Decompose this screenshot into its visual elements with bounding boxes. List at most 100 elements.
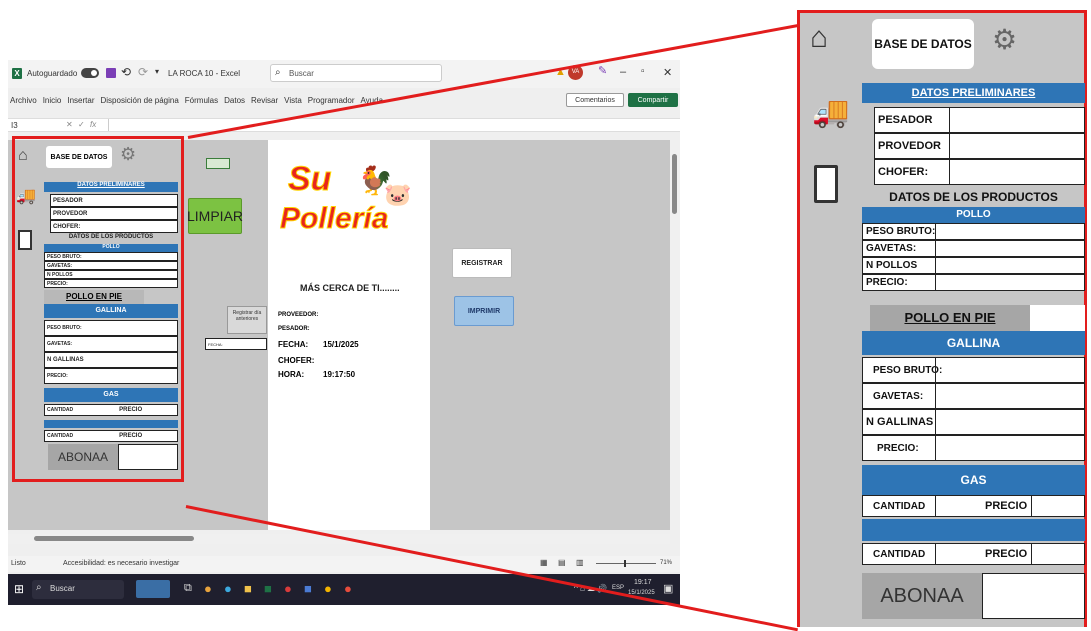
taskbar-time[interactable]: 19:17 xyxy=(634,579,652,586)
view-layout-icon[interactable]: ▤ xyxy=(558,558,566,567)
maximize-icon[interactable]: ▫ xyxy=(641,66,645,77)
tab-formulas[interactable]: Fórmulas xyxy=(185,96,218,105)
undo-icon[interactable]: ⟲ xyxy=(121,65,131,79)
taskbar-explorer-icon[interactable]: ■ xyxy=(244,581,252,596)
search-box[interactable]: ⌕ Buscar xyxy=(270,64,442,82)
accept-formula-icon[interactable]: ✓ xyxy=(78,120,85,129)
receipt-pesador: PESADOR: xyxy=(278,326,310,332)
accessibility-status[interactable]: Accesibilidad: es necesario investigar xyxy=(63,560,179,567)
zoom-level[interactable]: 71% xyxy=(660,560,672,566)
copilot-icon[interactable]: ✎ xyxy=(598,64,607,77)
zoom-peso-bruto-2[interactable]: PESO BRUTO: xyxy=(862,357,1085,383)
zoom-n-gallinas-label: N GALLINAS xyxy=(866,416,934,428)
taskbar-chrome-icon[interactable]: ● xyxy=(324,581,332,596)
zoom-chofer[interactable]: CHOFER: xyxy=(874,159,1085,185)
autosave-toggle[interactable] xyxy=(81,68,99,78)
fecha-field[interactable]: FECHA: xyxy=(205,338,267,350)
document-title: LA ROCA 10 - Excel xyxy=(168,69,241,78)
limpiar-button[interactable]: LIMPIAR xyxy=(187,198,244,234)
taskbar-excel-icon[interactable]: ■ xyxy=(264,581,272,596)
zoom-panel: ⌂ BASE DE DATOS ⚙ 🚚 DATOS PRELIMINARES P… xyxy=(797,10,1087,627)
minimize-icon[interactable]: – xyxy=(620,66,626,78)
taskbar-app-weather-icon[interactable] xyxy=(136,580,170,598)
zoom-cantidad[interactable]: CANTIDAD PRECIO xyxy=(862,495,1085,517)
compartir-label: Compartir xyxy=(637,96,669,104)
notification-icon[interactable]: ▣ xyxy=(663,582,673,595)
taskbar-taskview-icon[interactable]: ⧉ xyxy=(184,582,192,595)
tab-disposicion[interactable]: Disposición de página xyxy=(101,96,179,105)
taskbar-app3-icon[interactable]: ■ xyxy=(304,581,312,596)
zoom-precio[interactable]: PRECIO: xyxy=(862,274,1085,291)
taskbar: ⊞ ⌕ Buscar ⧉ ● ● ■ ■ ● ■ ● ● ^ ⌂ ☁ 🔊 ESP… xyxy=(8,574,680,605)
zoom-slider[interactable] xyxy=(596,560,656,567)
limpiar-label: LIMPIAR xyxy=(187,208,244,224)
zoom-base-datos-button[interactable]: BASE DE DATOS xyxy=(872,19,974,69)
taskbar-lang[interactable]: ESP xyxy=(612,585,624,591)
zoom-base-datos-label: BASE DE DATOS xyxy=(874,37,972,51)
status-bar: Listo Accesibilidad: es necesario invest… xyxy=(8,556,680,572)
tab-inicio[interactable]: Inicio xyxy=(43,96,62,105)
tab-programador[interactable]: Programador xyxy=(308,96,355,105)
imprimir-button[interactable]: IMPRIMIR xyxy=(454,296,514,326)
zoom-abonaa-value[interactable] xyxy=(982,573,1085,619)
zoom-settings-icon[interactable]: ⚙ xyxy=(992,23,1017,56)
zoom-pollo-en-pie-value[interactable] xyxy=(1030,305,1085,331)
zoom-gallina: GALLINA xyxy=(862,331,1085,355)
registrar-dia-button[interactable]: Registrar día anteriores xyxy=(227,306,267,334)
receipt-hora-label: HORA: xyxy=(278,370,305,379)
cancel-formula-icon[interactable]: ✕ xyxy=(66,120,73,129)
zoom-provedor[interactable]: PROVEDOR xyxy=(874,133,1085,159)
formula-bar: I3 ✕ ✓ fx xyxy=(8,118,680,132)
zoom-precio-label: PRECIO: xyxy=(866,277,908,288)
view-break-icon[interactable]: ▥ xyxy=(576,558,584,567)
tab-archivo[interactable]: Archivo xyxy=(10,96,37,105)
zoom-precio-2-label: PRECIO: xyxy=(877,442,919,454)
zoom-pollo: POLLO xyxy=(862,207,1085,223)
zoom-n-pollos[interactable]: N POLLOS xyxy=(862,257,1085,274)
view-normal-icon[interactable]: ▦ xyxy=(540,558,548,567)
zoom-n-pollos-label: N POLLOS xyxy=(866,260,918,271)
receipt-proveedor: PROVEEDOR: xyxy=(278,312,319,318)
windows-start-icon[interactable]: ⊞ xyxy=(14,582,24,596)
zoom-cantidad-2[interactable]: CANTIDAD PRECIO xyxy=(862,543,1085,565)
logo-line1: Su xyxy=(287,160,332,199)
formula-input[interactable] xyxy=(108,119,668,131)
zoom-precio-2[interactable]: PRECIO: xyxy=(862,435,1085,461)
sheet-area[interactable]: ⌂ BASE DE DATOS ⚙ 🚚 DATOS PRELIMINARES P… xyxy=(8,136,670,530)
zoom-peso-bruto[interactable]: PESO BRUTO: xyxy=(862,223,1085,240)
taskbar-search[interactable]: ⌕ Buscar xyxy=(32,580,124,599)
fx-label[interactable]: fx xyxy=(90,120,96,129)
taskbar-app4-icon[interactable]: ● xyxy=(344,581,352,596)
redo-icon[interactable]: ⟳ xyxy=(138,65,148,79)
autosave-label: Autoguardado xyxy=(27,69,78,78)
zoom-gavetas[interactable]: GAVETAS: xyxy=(862,240,1085,257)
compartir-button[interactable]: Compartir xyxy=(628,93,678,107)
registrar-dia-label: Registrar día anteriores xyxy=(232,310,262,322)
tab-datos[interactable]: Datos xyxy=(224,96,245,105)
tab-insertar[interactable]: Insertar xyxy=(67,96,94,105)
name-box[interactable]: I3 xyxy=(11,121,18,130)
customize-icon[interactable]: ▾ xyxy=(155,67,159,76)
zoom-peso-bruto-2-label: PESO BRUTO: xyxy=(873,364,943,376)
zoom-datos-preliminares: DATOS PRELIMINARES xyxy=(862,83,1085,103)
search-placeholder: Buscar xyxy=(289,69,314,78)
save-icon[interactable] xyxy=(106,68,116,78)
logo: Su Pollería 🐓 🐷 xyxy=(279,160,420,260)
taskbar-edge-icon[interactable]: ● xyxy=(224,581,232,596)
imprimir-label: IMPRIMIR xyxy=(467,307,501,315)
receipt-chofer: CHOFER: xyxy=(278,356,315,365)
taskbar-app1-icon[interactable]: ● xyxy=(204,581,212,596)
vertical-scrollbar[interactable] xyxy=(670,140,680,530)
zoom-pesador[interactable]: PESADOR xyxy=(874,107,1085,133)
slogan: MÁS CERCA DE TI........ xyxy=(300,283,400,293)
taskbar-app2-icon[interactable]: ● xyxy=(284,581,292,596)
tab-revisar[interactable]: Revisar xyxy=(251,96,278,105)
tab-vista[interactable]: Vista xyxy=(284,96,302,105)
zoom-driver-icon: 🚚 xyxy=(812,96,850,129)
zoom-home-icon[interactable]: ⌂ xyxy=(810,21,828,55)
comentarios-button[interactable]: Comentarios xyxy=(566,93,624,107)
close-icon[interactable]: ✕ xyxy=(663,66,672,79)
zoom-n-gallinas[interactable]: N GALLINAS xyxy=(862,409,1085,435)
zoom-gavetas-2[interactable]: GAVETAS: xyxy=(862,383,1085,409)
registrar-button[interactable]: REGISTRAR xyxy=(452,248,512,278)
